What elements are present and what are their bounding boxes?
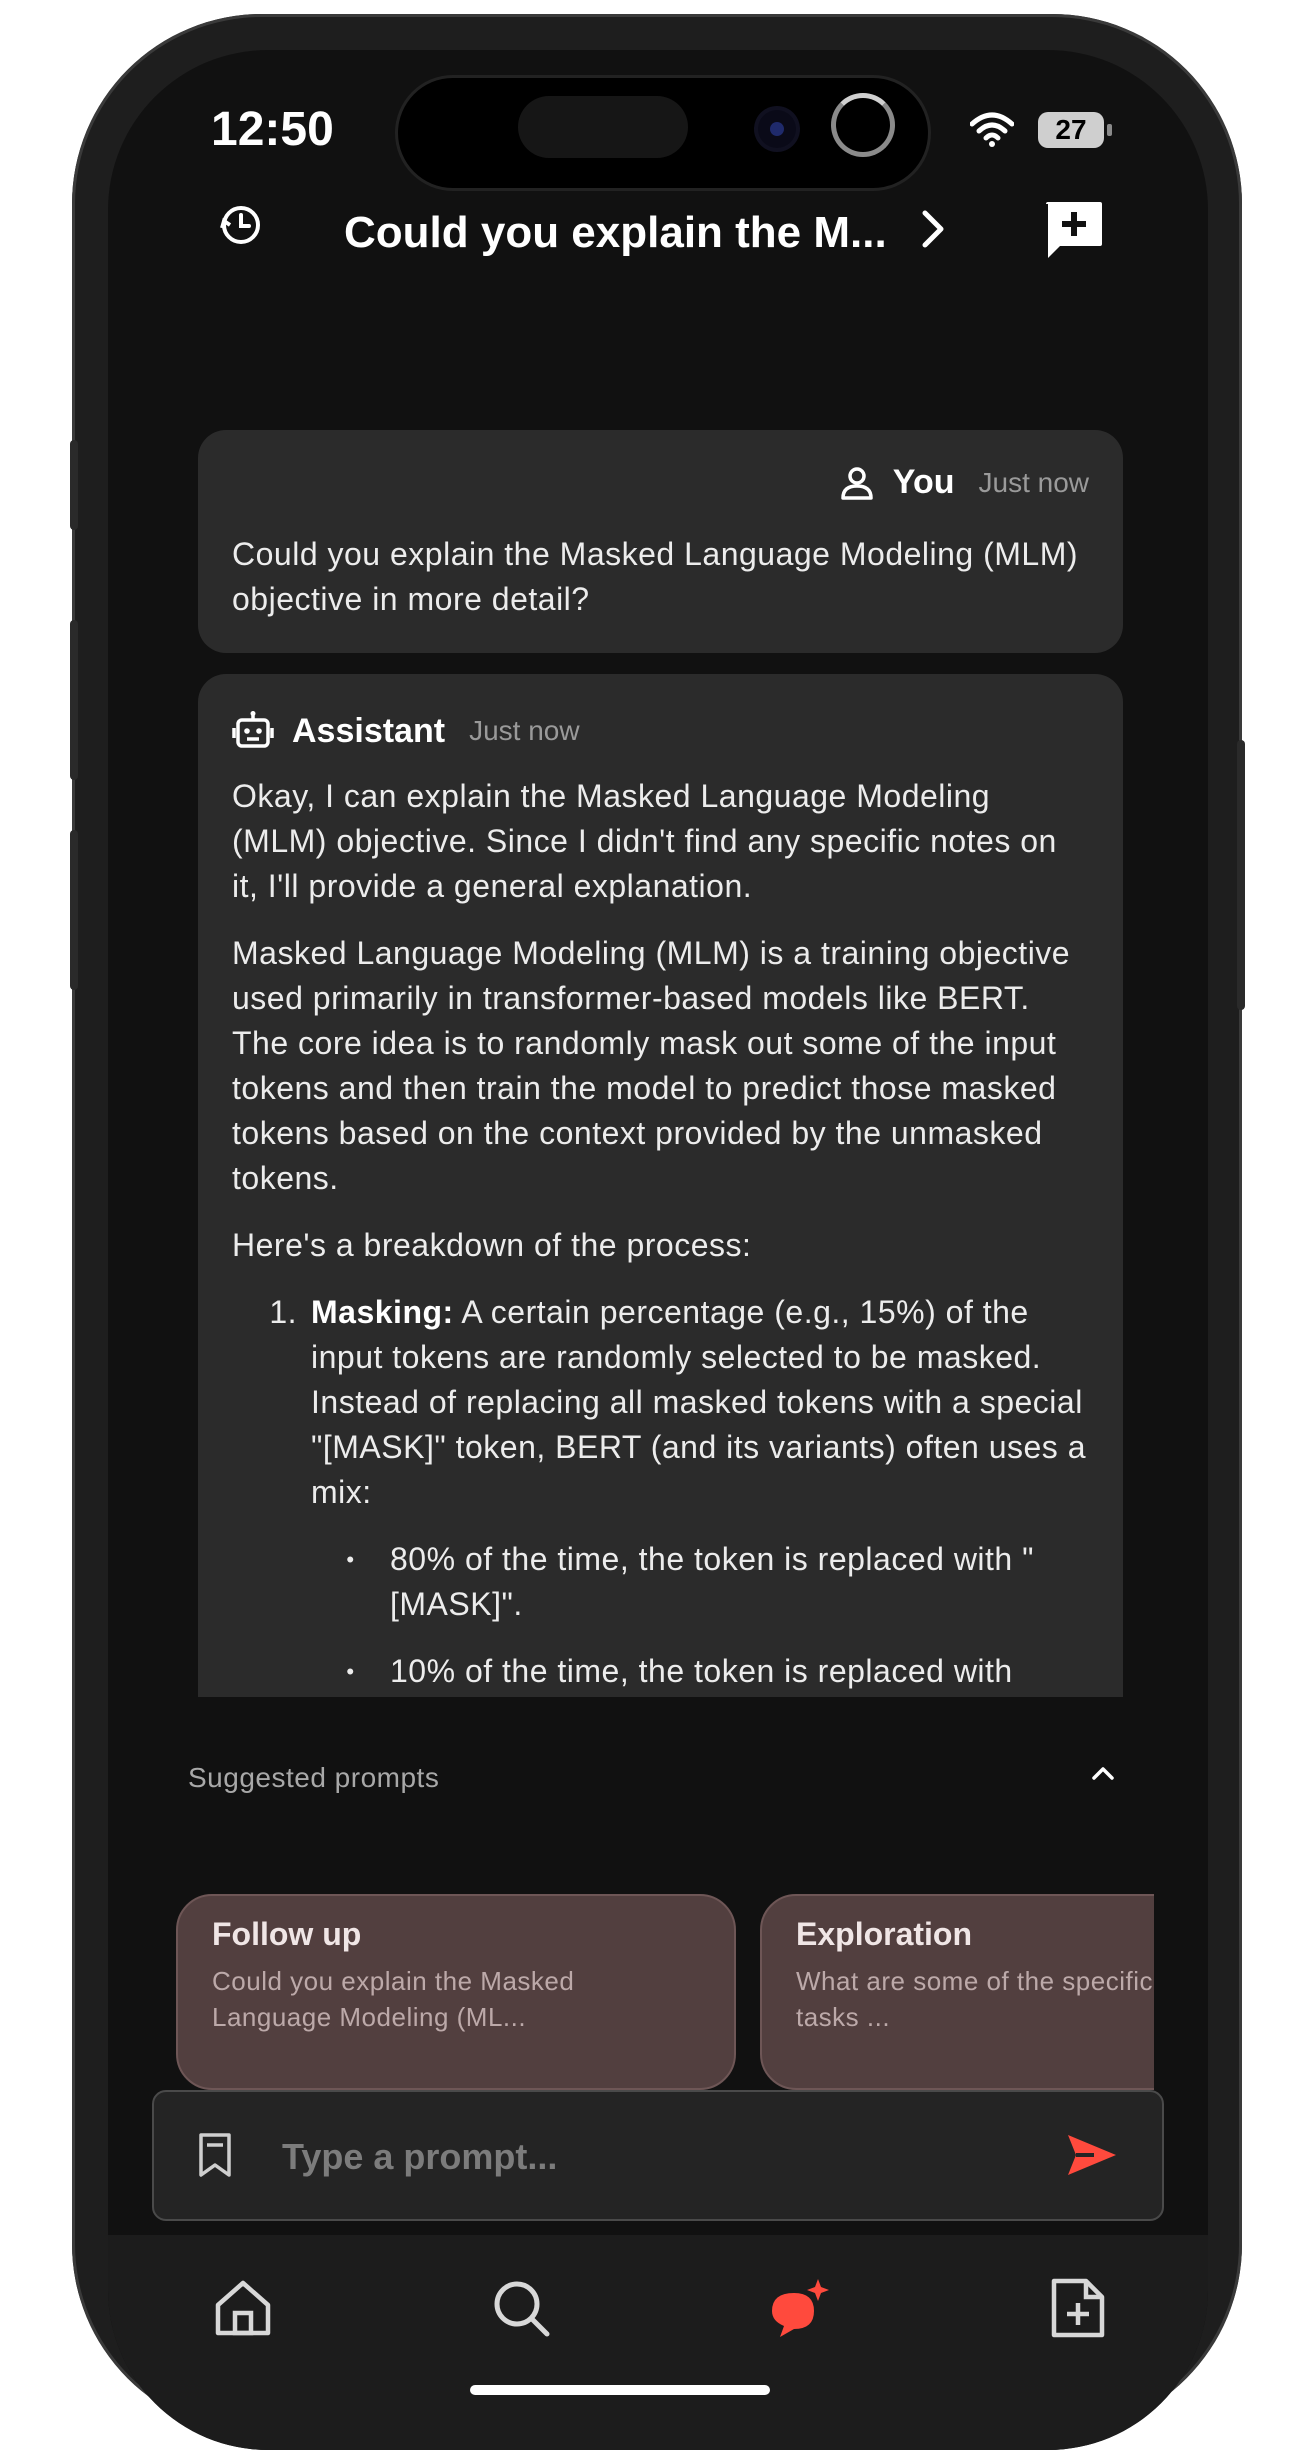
bullet-item: • 10% of the time, the token is replaced… bbox=[311, 1649, 1089, 1694]
screen: 12:50 27 Could you explain the M... You … bbox=[108, 50, 1208, 2450]
home-icon[interactable] bbox=[212, 2277, 274, 2339]
ai-chat-icon[interactable] bbox=[766, 2277, 832, 2343]
user-message: You Just now Could you explain the Maske… bbox=[198, 430, 1123, 653]
message-paragraph: Here's a breakdown of the process: bbox=[232, 1227, 752, 1263]
bottom-navigation bbox=[108, 2235, 1208, 2450]
assistant-message: Assistant Just now Okay, I can explain t… bbox=[198, 674, 1123, 1697]
prompt-input[interactable] bbox=[282, 2122, 1042, 2192]
volume-down-button bbox=[70, 830, 78, 990]
volume-up-button bbox=[70, 620, 78, 780]
bullet-icon: • bbox=[346, 1659, 355, 1684]
history-clock-icon[interactable] bbox=[218, 202, 264, 248]
battery-indicator: 27 bbox=[1038, 112, 1112, 148]
message-paragraph: Okay, I can explain the Masked Language … bbox=[232, 778, 1057, 904]
message-author: Assistant bbox=[292, 711, 446, 750]
chevron-up-icon[interactable] bbox=[1088, 1758, 1118, 1788]
send-icon[interactable] bbox=[1066, 2132, 1118, 2178]
user-icon bbox=[841, 466, 873, 500]
suggestion-text: Could you explain the Masked Language Mo… bbox=[212, 1966, 575, 2032]
robot-icon bbox=[232, 711, 274, 748]
suggestion-card-follow-up[interactable]: Follow up Could you explain the Masked L… bbox=[176, 1894, 736, 2090]
search-icon[interactable] bbox=[490, 2277, 552, 2339]
power-button bbox=[1237, 740, 1245, 1010]
bullet-icon: • bbox=[346, 1547, 355, 1572]
bullet-item: • 80% of the time, the token is replaced… bbox=[311, 1537, 1089, 1627]
suggestion-text: What are some of the specific lingual ta… bbox=[796, 1966, 1154, 2032]
action-button bbox=[70, 440, 78, 530]
bullet-text: 10% of the time, the token is replaced w… bbox=[390, 1653, 1013, 1689]
dynamic-island bbox=[398, 78, 928, 188]
chevron-right-icon[interactable] bbox=[920, 208, 946, 250]
message-text: Could you explain the Masked Language Mo… bbox=[232, 536, 1079, 617]
message-time: Just now bbox=[978, 466, 1090, 498]
add-document-icon[interactable] bbox=[1050, 2277, 1106, 2339]
new-chat-icon[interactable] bbox=[1044, 200, 1104, 260]
status-time: 12:50 bbox=[211, 103, 334, 156]
conversation-title[interactable]: Could you explain the M... bbox=[344, 208, 887, 258]
activity-ring-icon bbox=[831, 93, 895, 157]
bookmark-icon[interactable] bbox=[198, 2132, 232, 2178]
suggested-prompts-carousel[interactable]: Follow up Could you explain the Masked L… bbox=[176, 1894, 1154, 2090]
wifi-icon bbox=[970, 112, 1014, 147]
bullet-text: 80% of the time, the token is replaced w… bbox=[390, 1541, 1034, 1622]
list-number: 1. bbox=[269, 1294, 297, 1330]
ordered-list-item: 1. Masking: A certain percentage (e.g., … bbox=[232, 1290, 1089, 1515]
message-author: You bbox=[892, 463, 955, 501]
suggestion-title: Follow up bbox=[212, 1916, 362, 1952]
suggested-prompts-title: Suggested prompts bbox=[188, 1762, 440, 1793]
message-paragraph: Masked Language Modeling (MLM) is a trai… bbox=[232, 935, 1071, 1196]
prompt-input-bar bbox=[152, 2090, 1164, 2221]
message-time: Just now bbox=[469, 715, 580, 746]
home-indicator[interactable] bbox=[470, 2385, 770, 2395]
message-body: Okay, I can explain the Masked Language … bbox=[232, 774, 1089, 1694]
suggestion-title: Exploration bbox=[796, 1916, 973, 1952]
suggestion-card-exploration[interactable]: Exploration What are some of the specifi… bbox=[760, 1894, 1154, 2090]
list-item-term: Masking: bbox=[311, 1294, 454, 1330]
camera-icon bbox=[758, 110, 796, 148]
